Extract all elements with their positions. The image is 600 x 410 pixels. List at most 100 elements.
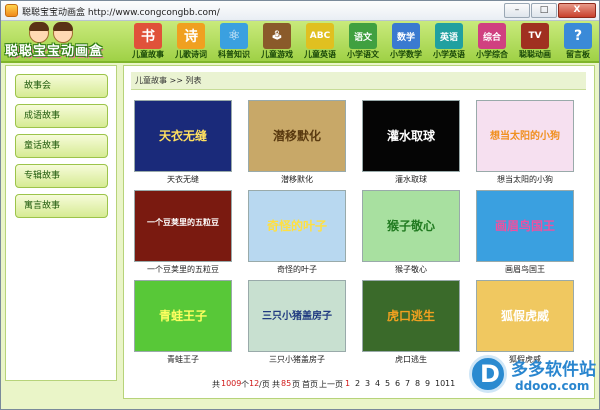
story-thumbnail[interactable]: 一个豆荚里的五粒豆 <box>134 190 232 262</box>
sidebar-item-4[interactable]: 寓言故事 <box>15 194 108 218</box>
nav-category-icon: ABC <box>306 23 334 49</box>
story-thumbnail[interactable]: 三只小猪盖房子 <box>248 280 346 352</box>
story-card[interactable]: 猴子敬心 猴子敬心 <box>362 190 460 276</box>
category-nav: 书儿童故事诗儿歌诗词 ⚛ 科普知识 🕹 儿童游戏 ABC 儿童英语 语文 小学语文 数学 小学数学英… <box>127 22 599 62</box>
pager-total-count: 1009 <box>221 379 242 388</box>
story-thumbnail[interactable]: 画眉鸟国王 <box>476 190 574 262</box>
breadcrumb: 儿童故事 >> 列表 <box>131 72 586 90</box>
story-thumbnail[interactable]: 虎口逃生 <box>362 280 460 352</box>
nav-item-0[interactable]: 书儿童故事 <box>127 22 169 62</box>
app-logo: 聪聪宝宝动画盒 <box>5 22 125 62</box>
story-card[interactable]: 想当太阳的小狗 想当太阳的小狗 <box>476 100 574 186</box>
story-thumbnail[interactable]: 奇怪的叶子 <box>248 190 346 262</box>
pager-total-prefix: 共 <box>212 380 220 389</box>
nav-item-7[interactable]: 英语 小学英语 <box>428 22 470 62</box>
sidebar-item-1[interactable]: 成语故事 <box>15 104 108 128</box>
pager-pages-count: 85 <box>281 379 292 388</box>
story-title[interactable]: 天衣无缝 <box>134 174 232 185</box>
nav-item-4[interactable]: ABC 儿童英语 <box>299 22 341 62</box>
content-panel: 儿童故事 >> 列表 天衣无缝 天衣无缝 潜移默化 潜移默化 灌水取球 灌水取球 想当太阳的… <box>123 65 595 399</box>
app-icon <box>5 4 18 17</box>
pager-page-link[interactable]: 3 <box>365 379 370 388</box>
logo-text: 聪聪宝宝动画盒 <box>5 44 104 59</box>
nav-item-label: 聪聪动画 <box>519 50 551 59</box>
nav-item-8[interactable]: 综合 小学综合 <box>471 22 513 62</box>
story-card[interactable]: 奇怪的叶子 奇怪的叶子 <box>248 190 346 276</box>
story-thumbnail[interactable]: 天衣无缝 <box>134 100 232 172</box>
story-title[interactable]: 三只小猪盖房子 <box>248 354 346 365</box>
story-title[interactable]: 想当太阳的小狗 <box>476 174 574 185</box>
story-card[interactable]: 虎口逃生 虎口逃生 <box>362 280 460 366</box>
nav-item-10[interactable]: ? 留言板 <box>557 22 599 62</box>
nav-category-icon: TV <box>521 23 549 49</box>
pager-page-link[interactable]: 7 <box>405 379 410 388</box>
pager-prev-link[interactable]: 上一页 <box>319 379 343 390</box>
nav-item-label: 儿歌诗词 <box>175 50 207 59</box>
story-thumbnail[interactable]: 青蛙王子 <box>134 280 232 352</box>
story-thumbnail[interactable]: 想当太阳的小狗 <box>476 100 574 172</box>
story-card[interactable]: 一个豆荚里的五粒豆 一个豆荚里的五粒豆 <box>134 190 232 276</box>
pager-first-link[interactable]: 首页 <box>302 379 318 390</box>
nav-item-2[interactable]: ⚛ 科普知识 <box>213 22 255 62</box>
pager-page-link[interactable]: 9 <box>425 379 430 388</box>
story-title[interactable]: 青蛙王子 <box>134 354 232 365</box>
story-thumbnail[interactable]: 潜移默化 <box>248 100 346 172</box>
story-title[interactable]: 画眉鸟国王 <box>476 264 574 275</box>
nav-category-icon: 书 <box>134 23 162 49</box>
minimize-button[interactable]: – <box>504 3 530 18</box>
nav-item-3[interactable]: 🕹 儿童游戏 <box>256 22 298 62</box>
story-card[interactable]: 三只小猪盖房子 三只小猪盖房子 <box>248 280 346 366</box>
nav-item-label: 儿童故事 <box>132 50 164 59</box>
story-title[interactable]: 虎口逃生 <box>362 354 460 365</box>
nav-item-9[interactable]: TV 聪聪动画 <box>514 22 556 62</box>
story-title[interactable]: 一个豆荚里的五粒豆 <box>134 264 232 275</box>
pager-page-link[interactable]: 4 <box>375 379 380 388</box>
nav-category-icon: ⚛ <box>220 23 248 49</box>
story-card[interactable]: 青蛙王子 青蛙王子 <box>134 280 232 366</box>
nav-item-5[interactable]: 语文 小学语文 <box>342 22 384 62</box>
nav-category-icon: 语文 <box>349 23 377 49</box>
thumbnail-title: 灌水取球 <box>386 129 435 143</box>
pager-page-link[interactable]: 2 <box>355 379 360 388</box>
story-card[interactable]: 天衣无缝 天衣无缝 <box>134 100 232 186</box>
story-title[interactable]: 灌水取球 <box>362 174 460 185</box>
story-thumbnail[interactable]: 狐假虎威 <box>476 280 574 352</box>
nav-category-icon: 综合 <box>478 23 506 49</box>
story-title[interactable]: 奇怪的叶子 <box>248 264 346 275</box>
app-window: 聪聪宝宝动画盒 http://www.congcongbb.com/ – □ X… <box>0 0 600 410</box>
sidebar-item-2[interactable]: 童话故事 <box>15 134 108 158</box>
nav-item-label: 小学语文 <box>347 50 379 59</box>
thumbnail-title: 想当太阳的小狗 <box>490 131 560 142</box>
story-card[interactable]: 潜移默化 潜移默化 <box>248 100 346 186</box>
story-card[interactable]: 画眉鸟国王 画眉鸟国王 <box>476 190 574 276</box>
close-button[interactable]: X <box>558 3 596 18</box>
nav-item-6[interactable]: 数学 小学数学 <box>385 22 427 62</box>
maximize-button[interactable]: □ <box>531 3 557 18</box>
pager-page-link[interactable]: 8 <box>415 379 420 388</box>
story-thumbnail[interactable]: 灌水取球 <box>362 100 460 172</box>
pager-page-link[interactable]: 6 <box>395 379 400 388</box>
nav-item-label: 科普知识 <box>218 50 250 59</box>
pager-per-page: 12 <box>249 379 260 388</box>
nav-category-icon: ? <box>564 23 592 49</box>
story-thumbnail[interactable]: 猴子敬心 <box>362 190 460 262</box>
sidebar: 故事会成语故事童话故事专辑故事寓言故事 <box>5 65 117 381</box>
pager-page-link[interactable]: 10 <box>435 379 445 388</box>
window-title: 聪聪宝宝动画盒 http://www.congcongbb.com/ <box>22 8 220 18</box>
thumbnail-title: 奇怪的叶子 <box>266 219 327 233</box>
pager-pages-prefix: 共 <box>272 380 280 389</box>
story-title[interactable]: 潜移默化 <box>248 174 346 185</box>
sidebar-item-3[interactable]: 专辑故事 <box>15 164 108 188</box>
pager-page-link[interactable]: 5 <box>385 379 390 388</box>
title-bar[interactable]: 聪聪宝宝动画盒 http://www.congcongbb.com/ – □ X <box>1 1 599 21</box>
story-title[interactable]: 猴子敬心 <box>362 264 460 275</box>
pager-current-page: 1 <box>345 379 351 388</box>
watermark-mark: D <box>480 360 500 388</box>
main-toolbar: 聪聪宝宝动画盒 书儿童故事诗儿歌诗词 ⚛ 科普知识 🕹 儿童游戏 ABC 儿童英语 语文 小学语… <box>1 21 599 63</box>
sidebar-item-0[interactable]: 故事会 <box>15 74 108 98</box>
thumbnail-title: 猴子敬心 <box>386 219 435 233</box>
pager-total-suffix: 个 <box>241 380 249 389</box>
pager-page-link[interactable]: 11 <box>445 379 455 388</box>
nav-item-1[interactable]: 诗儿歌诗词 <box>170 22 212 62</box>
story-card[interactable]: 灌水取球 灌水取球 <box>362 100 460 186</box>
